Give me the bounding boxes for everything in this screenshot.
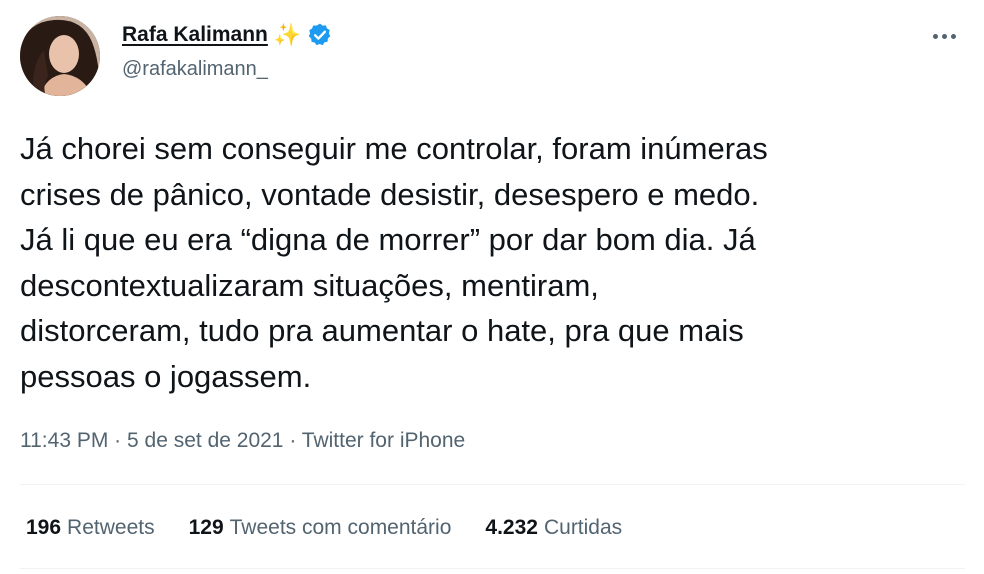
retweets-stat[interactable]: 196 Retweets [26,516,155,540]
author-display-name[interactable]: Rafa Kalimann [122,23,268,47]
meta-separator: · [114,429,122,452]
more-horizontal-icon[interactable] [926,24,962,48]
tweet-source-link[interactable]: Twitter for iPhone [302,429,465,452]
author-handle[interactable]: @rafakalimann_ [122,58,268,81]
more-dot [941,33,947,39]
likes-label: Curtidas [543,516,623,539]
avatar[interactable] [20,16,100,96]
more-dot [950,33,956,39]
likes-count: 4.232 [485,516,538,539]
divider [20,568,965,569]
tweet-date[interactable]: 5 de set de 2021 [127,429,283,452]
tweet-metadata: 11:43 PM · 5 de set de 2021 · Twitter fo… [20,429,465,453]
divider [20,484,965,485]
avatar-image [20,16,100,96]
sparkles-emoji: ✨ [273,22,302,47]
retweets-label: Retweets [67,516,155,539]
likes-stat[interactable]: 4.232 Curtidas [485,516,622,540]
meta-separator: · [289,429,297,452]
tweet-time[interactable]: 11:43 PM [20,429,108,452]
author-name-row: Rafa Kalimann ✨ [122,22,333,48]
more-dot [932,33,938,39]
quote-tweets-label: Tweets com comentário [229,516,452,539]
quote-tweets-stat[interactable]: 129 Tweets com comentário [189,516,452,540]
tweet-stats: 196 Retweets 129 Tweets com comentário 4.2… [26,516,622,540]
verified-badge-icon[interactable] [307,22,333,48]
tweet-text: Já chorei sem conseguir me controlar, fo… [20,131,768,394]
quote-tweets-count: 129 [188,516,224,539]
retweets-count: 196 [26,516,62,539]
